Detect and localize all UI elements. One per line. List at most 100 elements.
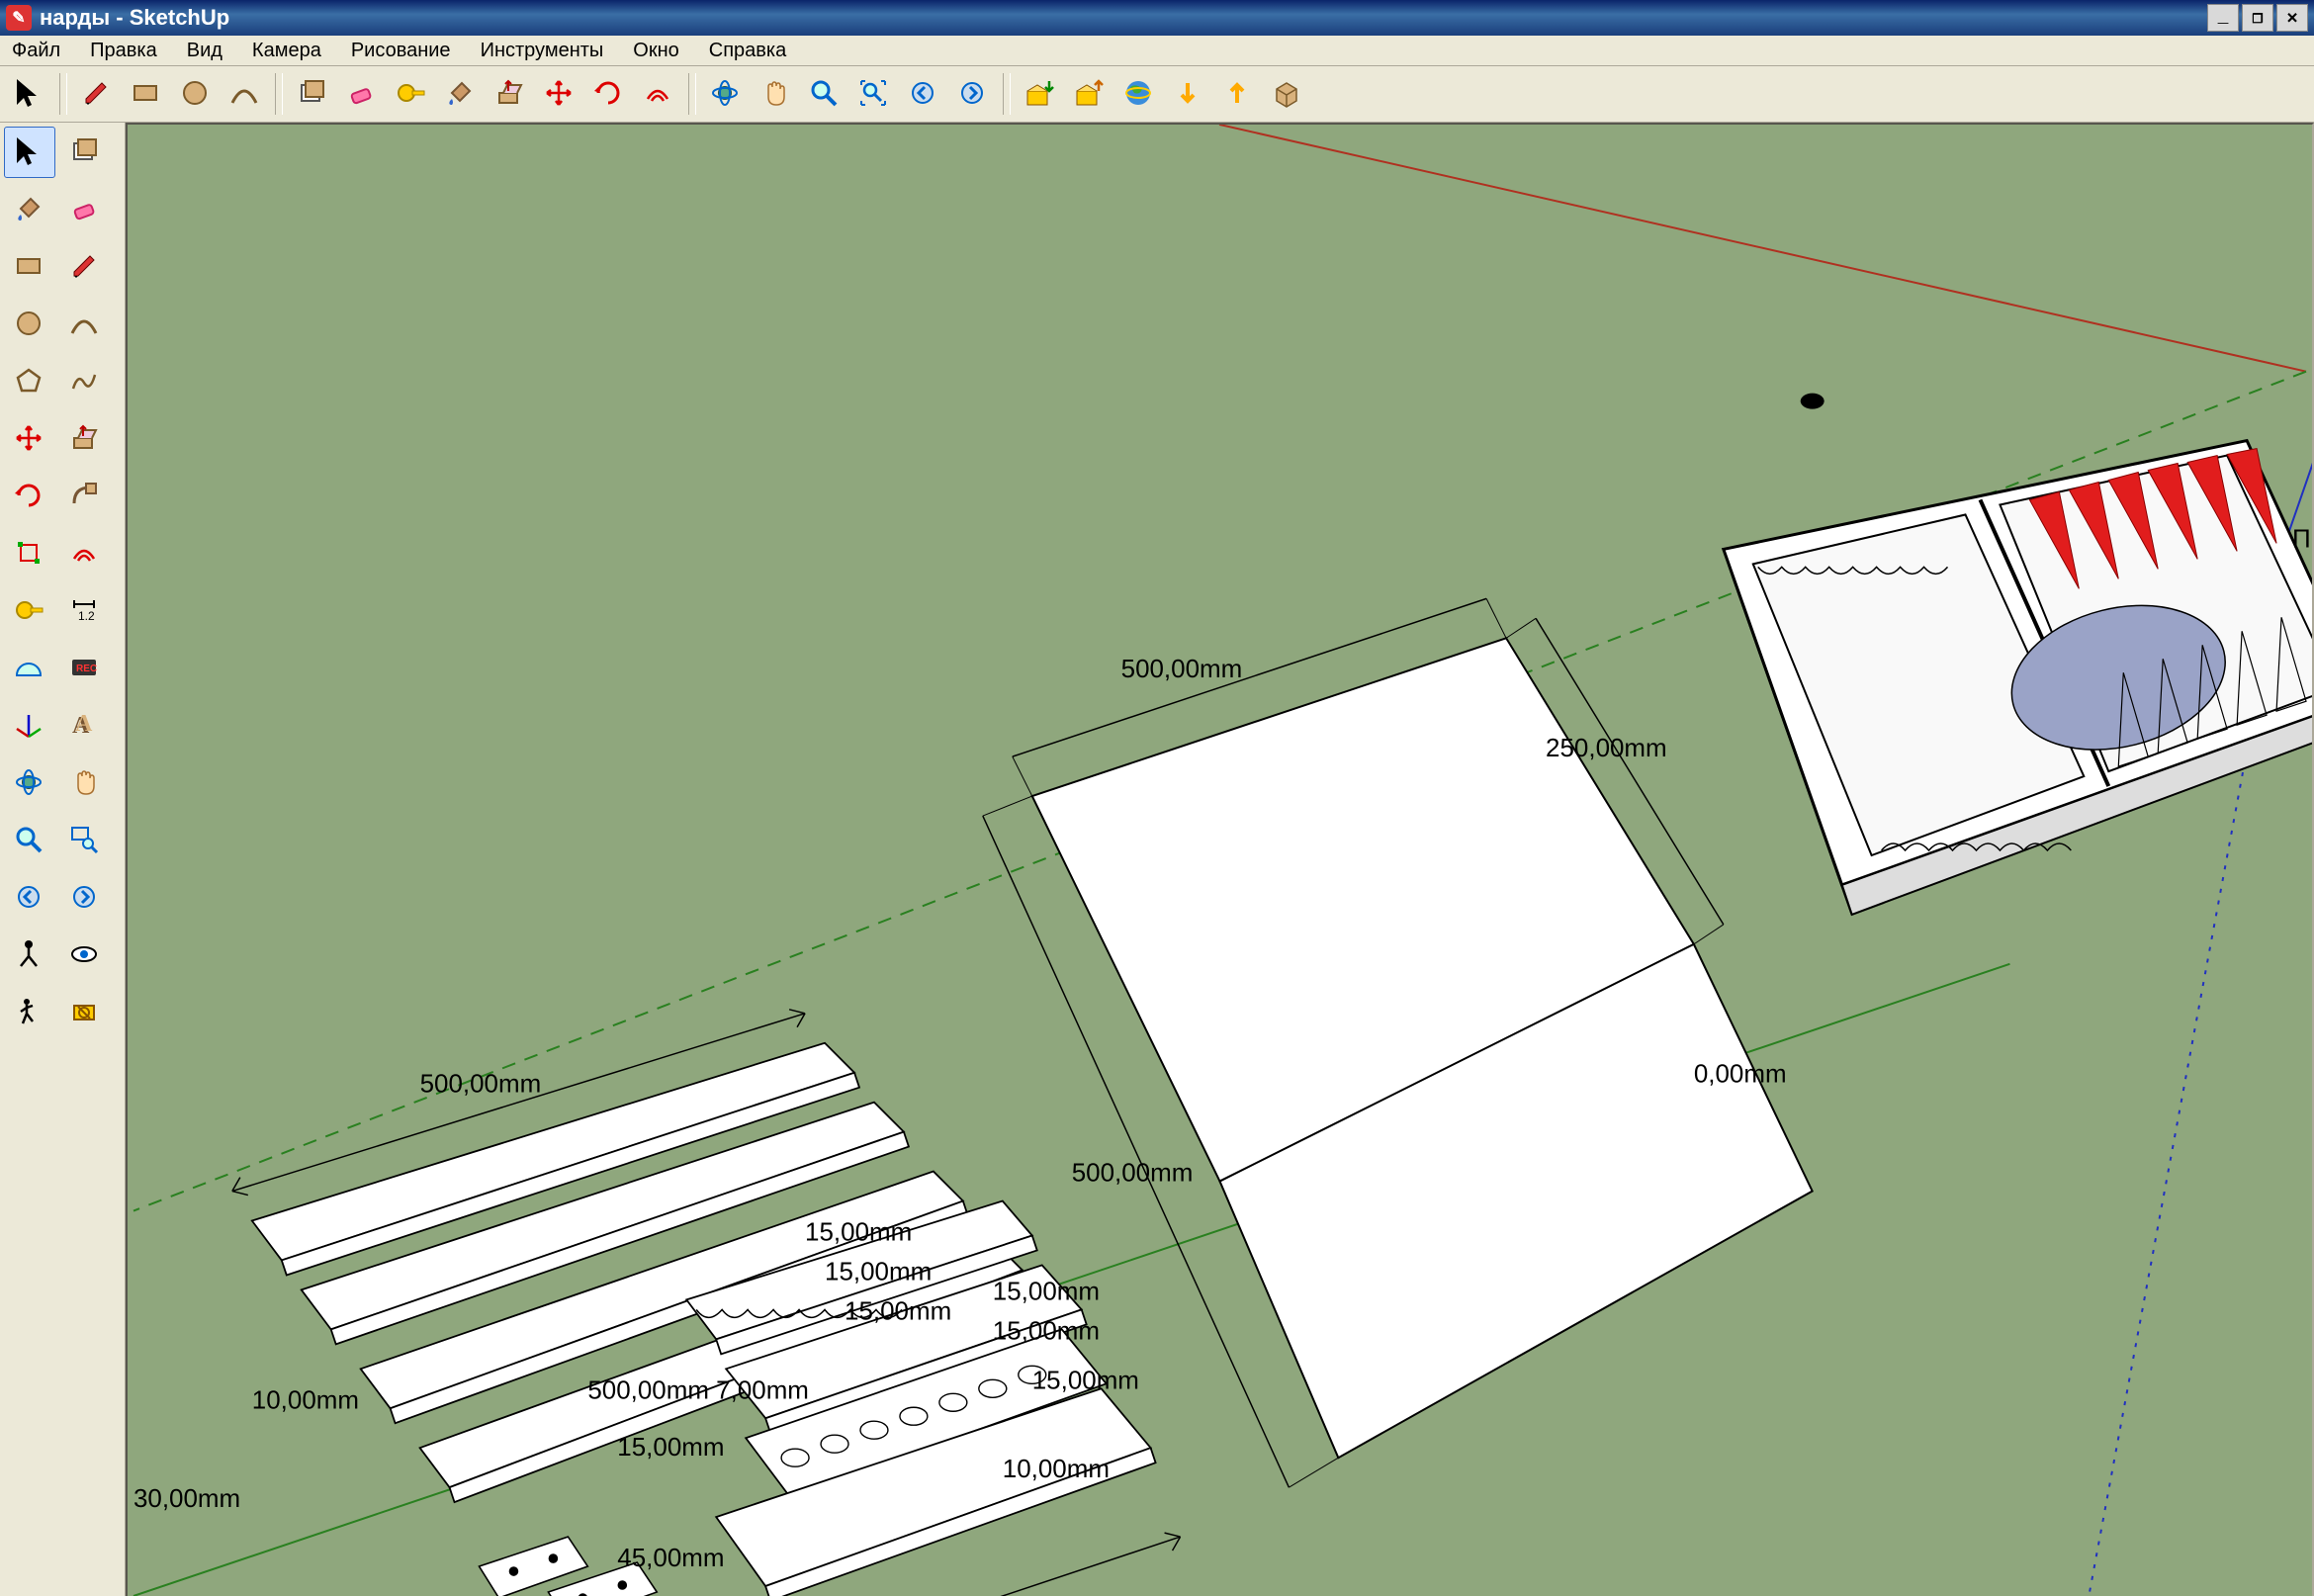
left-strips: 500,00mm 10,00mm 30,00mm [134, 1010, 1181, 1596]
dim-15-c: 15,00mm [845, 1295, 951, 1325]
lt-scale[interactable] [4, 528, 55, 579]
lt-follow-me[interactable] [59, 471, 111, 522]
tool-line[interactable] [73, 70, 121, 118]
tool-google-earth[interactable] [1115, 70, 1163, 118]
lt-pan[interactable] [59, 757, 111, 809]
lt-3d-text[interactable] [59, 700, 111, 752]
dim-30-left: 30,00mm [134, 1483, 240, 1513]
tool-zoom-extents[interactable] [850, 70, 898, 118]
dim-10-left: 10,00mm [252, 1384, 359, 1414]
tool-push-pull[interactable] [487, 70, 534, 118]
lt-line[interactable] [59, 241, 111, 293]
app-icon: ✎ [6, 5, 32, 31]
lt-circle[interactable] [4, 299, 55, 350]
lt-eraser[interactable] [59, 184, 111, 235]
tool-arc[interactable] [222, 70, 269, 118]
tool-next-view[interactable] [949, 70, 997, 118]
origin-marker [1801, 394, 1824, 409]
menu-window[interactable]: Окно [627, 38, 684, 64]
tool-zoom[interactable] [801, 70, 848, 118]
lt-look-around[interactable] [59, 930, 111, 981]
lt-freehand[interactable] [59, 356, 111, 407]
tool-3dwarehouse-share[interactable] [1066, 70, 1113, 118]
lt-tape-measure[interactable] [4, 585, 55, 637]
work-area: 500,00mm 250,00mm 500,00mm 0,00mm [0, 123, 2314, 1596]
lt-text-label[interactable] [59, 643, 111, 694]
dim-15-b: 15,00mm [825, 1256, 932, 1286]
menu-help[interactable]: Справка [703, 38, 792, 64]
tool-export-up[interactable] [1214, 70, 1262, 118]
tool-paint-bucket[interactable] [437, 70, 485, 118]
lt-polygon[interactable] [4, 356, 55, 407]
tool-select[interactable] [6, 70, 53, 118]
large-toolset [0, 123, 126, 1596]
lt-paint-bucket[interactable] [4, 184, 55, 235]
dim-center-250: 250,00mm [1546, 733, 1667, 762]
viewport-scene: 500,00mm 250,00mm 500,00mm 0,00mm [128, 125, 2312, 1596]
lt-rotate[interactable] [4, 471, 55, 522]
menu-view[interactable]: Вид [181, 38, 228, 64]
tool-3dwarehouse-get[interactable] [1017, 70, 1064, 118]
tool-make-component[interactable] [289, 70, 336, 118]
dim-center-0: 0,00mm [1694, 1059, 1787, 1089]
tool-tape-measure[interactable] [388, 70, 435, 118]
close-button[interactable]: ✕ [2276, 4, 2308, 32]
tool-rotate[interactable] [585, 70, 633, 118]
dim-15-a: 15,00mm [805, 1216, 912, 1246]
menu-tools[interactable]: Инструменты [475, 38, 610, 64]
minimize-button[interactable]: _ [2207, 4, 2239, 32]
tool-box[interactable] [1264, 70, 1311, 118]
lt-protractor[interactable] [4, 643, 55, 694]
axis-label-right: Пр [2292, 523, 2312, 553]
dim-45: 45,00mm [617, 1543, 724, 1572]
model-viewport[interactable]: 500,00mm 250,00mm 500,00mm 0,00mm [126, 123, 2314, 1596]
tool-rectangle[interactable] [123, 70, 170, 118]
lt-move[interactable] [4, 413, 55, 465]
lt-arc[interactable] [59, 299, 111, 350]
tool-orbit[interactable] [702, 70, 750, 118]
lt-next-view[interactable] [59, 872, 111, 924]
lt-orbit[interactable] [4, 757, 55, 809]
tool-circle[interactable] [172, 70, 220, 118]
dim-15-e: 15,00mm [993, 1315, 1100, 1345]
lt-previous-view[interactable] [4, 872, 55, 924]
dim-15-g: 15,00mm [617, 1432, 724, 1462]
window-title: нарды - SketchUp [40, 5, 229, 31]
lt-dimension[interactable] [59, 585, 111, 637]
menu-camera[interactable]: Камера [246, 38, 327, 64]
lt-select[interactable] [4, 127, 55, 178]
lt-axes[interactable] [4, 700, 55, 752]
lt-walk[interactable] [4, 987, 55, 1038]
lt-section-plane[interactable] [59, 987, 111, 1038]
lt-make-component[interactable] [59, 127, 111, 178]
lt-zoom[interactable] [4, 815, 55, 866]
dim-15-d: 15,00mm [993, 1276, 1100, 1305]
axis-blue [2286, 312, 2312, 540]
tool-previous-view[interactable] [900, 70, 947, 118]
menu-edit[interactable]: Правка [84, 38, 163, 64]
axis-red [1220, 125, 2307, 372]
dim-10-right: 10,00mm [1003, 1454, 1110, 1483]
backgammon-board [1724, 441, 2312, 915]
lt-offset[interactable] [59, 528, 111, 579]
menu-draw[interactable]: Рисование [345, 38, 457, 64]
tool-pan[interactable] [752, 70, 799, 118]
menu-file[interactable]: Файл [6, 38, 66, 64]
maximize-button[interactable]: ❐ [2242, 4, 2273, 32]
window-titlebar: ✎ нарды - SketchUp _ ❐ ✕ [0, 0, 2314, 36]
dim-cluster: 500,00mm 7,00mm [587, 1374, 809, 1404]
dim-strips-500: 500,00mm [420, 1069, 542, 1099]
lt-zoom-window[interactable] [59, 815, 111, 866]
menu-bar: Файл Правка Вид Камера Рисование Инструм… [0, 36, 2314, 66]
tool-eraser[interactable] [338, 70, 386, 118]
tool-export-down[interactable] [1165, 70, 1212, 118]
lt-rectangle[interactable] [4, 241, 55, 293]
dim-15-f: 15,00mm [1032, 1365, 1139, 1394]
tool-move[interactable] [536, 70, 583, 118]
lt-push-pull[interactable] [59, 413, 111, 465]
main-toolbar [0, 66, 2314, 123]
dim-center-500-left: 500,00mm [1072, 1158, 1194, 1188]
center-board: 500,00mm 250,00mm 500,00mm 0,00mm [983, 598, 1813, 1487]
lt-position-camera[interactable] [4, 930, 55, 981]
tool-offset[interactable] [635, 70, 682, 118]
